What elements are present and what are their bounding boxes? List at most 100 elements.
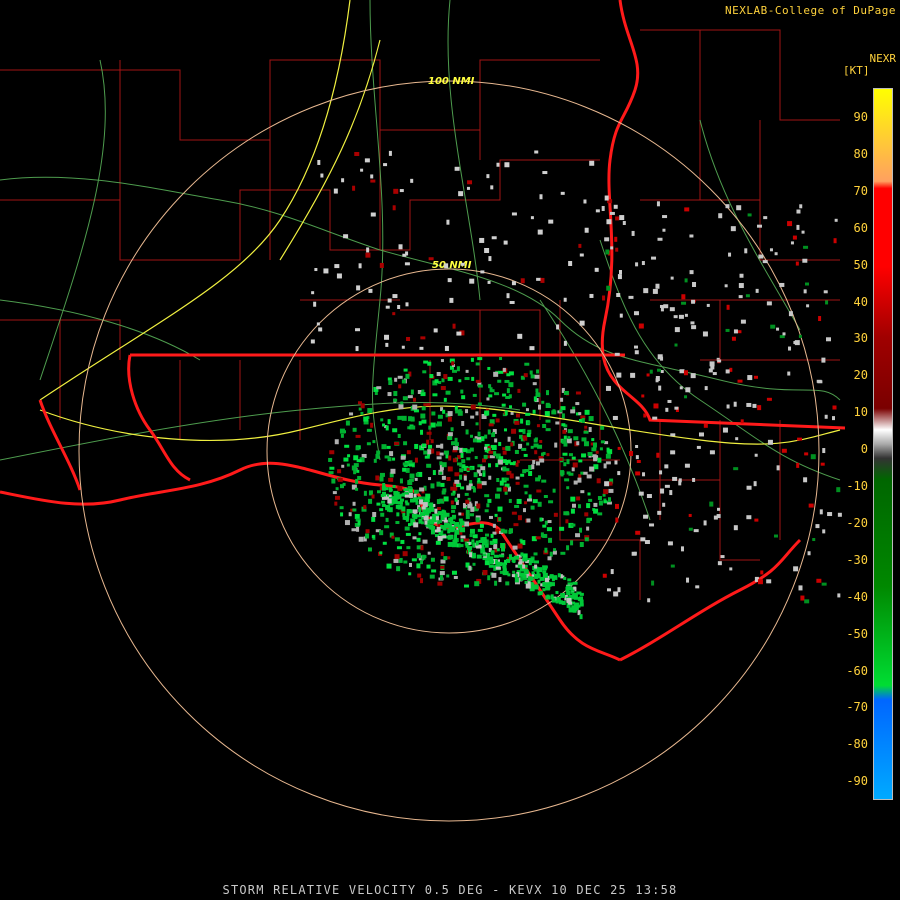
- radar-pixel: [695, 585, 700, 589]
- radar-pixel: [477, 483, 483, 489]
- radar-pixel: [383, 163, 388, 167]
- radar-pixel: [601, 205, 605, 211]
- radar-pixel: [407, 486, 412, 490]
- radar-pixel: [460, 452, 464, 458]
- radar-pixel: [456, 366, 460, 372]
- radar-pixel: [332, 491, 337, 495]
- radar-pixel: [440, 551, 444, 556]
- radar-pixel: [546, 453, 550, 457]
- radar-pixel: [757, 405, 762, 411]
- radar-pixel: [340, 433, 344, 438]
- radar-pixel: [508, 498, 512, 503]
- radar-pixel: [733, 401, 737, 407]
- radar-pixel: [605, 249, 610, 255]
- radar-pixel: [465, 514, 470, 520]
- radar-pixel: [614, 352, 620, 356]
- radar-pixel: [788, 311, 793, 317]
- radar-pixel: [799, 204, 803, 209]
- radar-pixel: [475, 411, 479, 416]
- radar-pixel: [449, 297, 454, 303]
- radar-pixel: [492, 523, 496, 528]
- radar-pixel: [469, 480, 473, 485]
- radar-pixel: [486, 555, 490, 561]
- radar-pixel: [368, 288, 373, 293]
- radar-pixel: [770, 324, 776, 329]
- radar-pixel: [558, 457, 563, 461]
- radar-pixel: [498, 517, 502, 522]
- radar-pixel: [603, 489, 609, 495]
- radar-pixel: [560, 397, 564, 402]
- radar-pixel: [403, 441, 408, 446]
- radar-pixel: [474, 456, 478, 460]
- radar-pixel: [607, 497, 611, 503]
- radar-pixel: [571, 456, 576, 460]
- radar-pixel: [405, 467, 410, 473]
- radar-pixel: [495, 566, 501, 570]
- radar-pixel: [352, 501, 356, 506]
- radar-pixel: [440, 386, 446, 391]
- radar-pixel: [821, 357, 826, 363]
- radar-pixel: [512, 570, 516, 574]
- radar-returns: [310, 150, 842, 620]
- radar-pixel: [397, 415, 403, 420]
- radar-pixel: [367, 547, 372, 552]
- radar-pixel: [384, 525, 390, 529]
- radar-pixel: [394, 377, 398, 382]
- radar-pixel: [563, 511, 569, 516]
- radar-pixel: [443, 556, 448, 561]
- radar-pixel: [428, 477, 432, 481]
- radar-pixel: [328, 471, 334, 475]
- radar-pixel: [691, 299, 696, 304]
- radar-pixel: [576, 496, 581, 501]
- ring-label-50: 50 NMI: [432, 260, 472, 271]
- radar-pixel: [455, 530, 460, 534]
- radar-pixel: [818, 316, 822, 322]
- radar-pixel: [767, 439, 773, 445]
- radar-pixel: [486, 397, 490, 401]
- radar-pixel: [344, 444, 350, 448]
- radar-pixel: [535, 388, 539, 393]
- radar-pixel: [380, 418, 384, 422]
- radar-pixel: [541, 479, 547, 483]
- radar-pixel: [643, 413, 647, 418]
- radar-pixel: [370, 174, 374, 179]
- radar-pixel: [737, 379, 743, 383]
- radar-pixel: [581, 453, 587, 458]
- radar-pixel: [550, 594, 554, 600]
- radar-pixel: [487, 463, 491, 468]
- radar-pixel: [537, 475, 541, 480]
- radar-pixel: [588, 498, 593, 502]
- radar-pixel: [514, 420, 520, 425]
- radar-pixel: [317, 159, 321, 165]
- radar-pixel: [800, 595, 805, 601]
- radar-pixel: [435, 444, 441, 448]
- radar-pixel: [409, 562, 413, 567]
- radar-pixel: [420, 512, 426, 517]
- radar-pixel: [484, 410, 490, 416]
- radar-pixel: [404, 262, 410, 266]
- radar-map[interactable]: 100 NMI 50 NMI: [0, 0, 900, 900]
- radar-pixel: [610, 246, 614, 250]
- radar-pixel: [396, 546, 402, 550]
- radar-pixel: [795, 261, 799, 266]
- radar-pixel: [465, 509, 470, 515]
- radar-pixel: [808, 503, 814, 508]
- radar-pixel: [447, 466, 453, 472]
- radar-pixel: [617, 274, 622, 280]
- radar-pixel: [499, 357, 503, 361]
- radar-pixel: [536, 277, 542, 281]
- radar-pixel: [358, 536, 364, 542]
- radar-pixel: [465, 542, 469, 548]
- radar-pixel: [443, 519, 448, 523]
- radar-pixel: [487, 280, 491, 284]
- radar-pixel: [446, 476, 451, 481]
- radar-pixel: [373, 458, 377, 463]
- radar-pixel: [382, 541, 387, 545]
- radar-pixel: [386, 445, 391, 449]
- radar-pixel: [606, 219, 612, 225]
- radar-pixel: [437, 581, 443, 586]
- radar-pixel: [387, 419, 391, 425]
- radar-pixel: [420, 429, 424, 435]
- radar-pixel: [488, 475, 492, 480]
- radar-pixel: [407, 480, 413, 486]
